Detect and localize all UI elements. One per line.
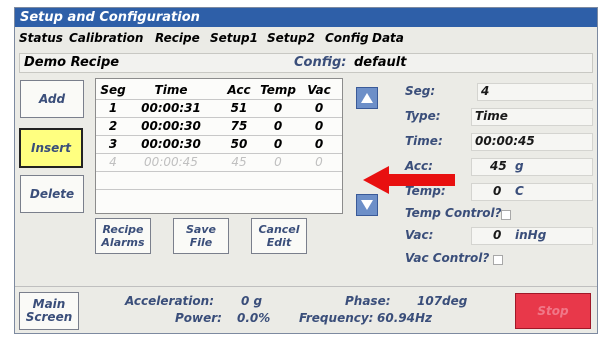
type-label: Type: xyxy=(405,109,441,123)
menu-bar: Status Calibration Recipe Setup1 Setup2 … xyxy=(15,28,597,49)
tab-status[interactable]: Status xyxy=(19,28,63,49)
cell-vac: 0 xyxy=(314,137,324,151)
vac-value[interactable]: 0 xyxy=(493,228,501,242)
main-screen-line2: Screen xyxy=(25,310,73,324)
phase-label: Phase: xyxy=(345,294,391,308)
vac-label: Vac: xyxy=(405,228,434,242)
cell-acc: 45 xyxy=(231,155,247,169)
acceleration-label: Acceleration: xyxy=(125,294,214,308)
row-divider xyxy=(96,99,342,100)
phase-value: 107deg xyxy=(417,294,468,308)
cell-acc: 51 xyxy=(230,101,248,115)
tab-setup1[interactable]: Setup1 xyxy=(210,28,258,49)
temp-unit: C xyxy=(515,184,524,198)
frequency-label: Frequency: xyxy=(299,311,374,325)
scroll-down-button[interactable] xyxy=(356,194,378,216)
insert-button[interactable]: Insert xyxy=(19,128,83,168)
acc-unit: g xyxy=(515,159,524,173)
up-arrow-icon xyxy=(361,93,373,103)
recipe-alarms-button[interactable]: Recipe Alarms xyxy=(95,218,151,254)
cell-time: 00:00:45 xyxy=(144,155,198,169)
vac-control-label: Vac Control? xyxy=(405,251,490,265)
row-divider xyxy=(96,153,342,154)
column-header-time: Time xyxy=(154,83,188,97)
vac-control-checkbox[interactable] xyxy=(493,255,503,265)
cell-acc: 75 xyxy=(230,119,248,133)
cell-acc: 50 xyxy=(230,137,248,151)
recipe-name: Demo Recipe xyxy=(24,55,120,70)
seg-value: 4 xyxy=(481,84,490,98)
recipe-name-bar: Demo Recipe Config: default xyxy=(19,53,593,73)
acc-value[interactable]: 45 xyxy=(490,159,507,173)
cancel-edit-button[interactable]: Cancel Edit xyxy=(251,218,307,254)
cell-seg: 1 xyxy=(108,101,118,115)
power-value: 0.0% xyxy=(237,311,271,325)
status-bar: Main Screen Acceleration: 0 g Power: 0.0%… xyxy=(15,286,597,333)
red-left-arrow-icon xyxy=(363,166,455,194)
stop-button[interactable]: Stop xyxy=(515,293,591,329)
cell-time: 00:00:31 xyxy=(141,101,201,115)
add-button[interactable]: Add xyxy=(20,80,84,118)
vac-unit: inHg xyxy=(515,228,547,242)
scroll-up-button[interactable] xyxy=(356,87,378,109)
save-file-line1: Save xyxy=(186,223,216,236)
recipe-alarms-line1: Recipe xyxy=(102,223,144,236)
delete-button[interactable]: Delete xyxy=(20,175,84,213)
temp-value[interactable]: 0 xyxy=(493,184,501,198)
tab-setup2[interactable]: Setup2 xyxy=(267,28,315,49)
segment-table[interactable]: Seg Time Acc Temp Vac 1 00:00:31 51 0 0 … xyxy=(95,78,343,214)
main-screen-line1: Main xyxy=(32,297,66,311)
tab-recipe[interactable]: Recipe xyxy=(155,28,200,49)
cell-vac: 0 xyxy=(315,155,323,169)
cancel-edit-line2: Edit xyxy=(266,236,292,249)
save-file-button[interactable]: Save File xyxy=(173,218,229,254)
down-arrow-icon xyxy=(361,200,373,210)
cell-time: 00:00:30 xyxy=(141,119,201,133)
save-file-line2: File xyxy=(189,236,213,249)
column-header-acc: Acc xyxy=(227,83,251,97)
temp-control-checkbox[interactable] xyxy=(501,210,511,220)
cell-seg: 3 xyxy=(108,137,118,151)
recipe-alarms-line2: Alarms xyxy=(101,236,145,249)
row-divider xyxy=(96,135,342,136)
tab-config[interactable]: Config xyxy=(325,28,369,49)
seg-label: Seg: xyxy=(405,84,436,98)
cell-temp: 0 xyxy=(274,155,282,169)
setup-configuration-window: Setup and Configuration Status Calibrati… xyxy=(14,7,598,334)
tab-data[interactable]: Data xyxy=(372,28,404,49)
cell-temp: 0 xyxy=(273,101,283,115)
time-label: Time: xyxy=(405,134,443,148)
window-title: Setup and Configuration xyxy=(15,8,597,27)
cell-seg: 4 xyxy=(109,155,117,169)
column-header-seg: Seg xyxy=(100,83,126,97)
column-header-vac: Vac xyxy=(307,83,331,97)
time-value[interactable]: 00:00:45 xyxy=(475,134,535,148)
tab-calibration[interactable]: Calibration xyxy=(69,28,143,49)
temp-control-label: Temp Control? xyxy=(405,206,502,220)
column-header-temp: Temp xyxy=(260,83,296,97)
config-label: Config: xyxy=(294,55,347,70)
acceleration-value: 0 g xyxy=(241,294,263,308)
cell-temp: 0 xyxy=(273,119,283,133)
cell-temp: 0 xyxy=(273,137,283,151)
row-divider xyxy=(96,117,342,118)
cell-seg: 2 xyxy=(108,119,118,133)
cell-time: 00:00:30 xyxy=(141,137,201,151)
row-divider xyxy=(96,189,342,190)
seg-value-box xyxy=(477,83,593,101)
main-screen-button[interactable]: Main Screen xyxy=(19,292,79,330)
frequency-value: 60.94Hz xyxy=(377,311,432,325)
row-divider xyxy=(96,171,342,172)
cancel-edit-line1: Cancel xyxy=(258,223,300,236)
cell-vac: 0 xyxy=(314,101,324,115)
power-label: Power: xyxy=(175,311,222,325)
type-value[interactable]: Time xyxy=(475,109,508,123)
temp-value-box xyxy=(471,183,593,201)
config-value[interactable]: default xyxy=(354,54,406,72)
cell-vac: 0 xyxy=(314,119,324,133)
